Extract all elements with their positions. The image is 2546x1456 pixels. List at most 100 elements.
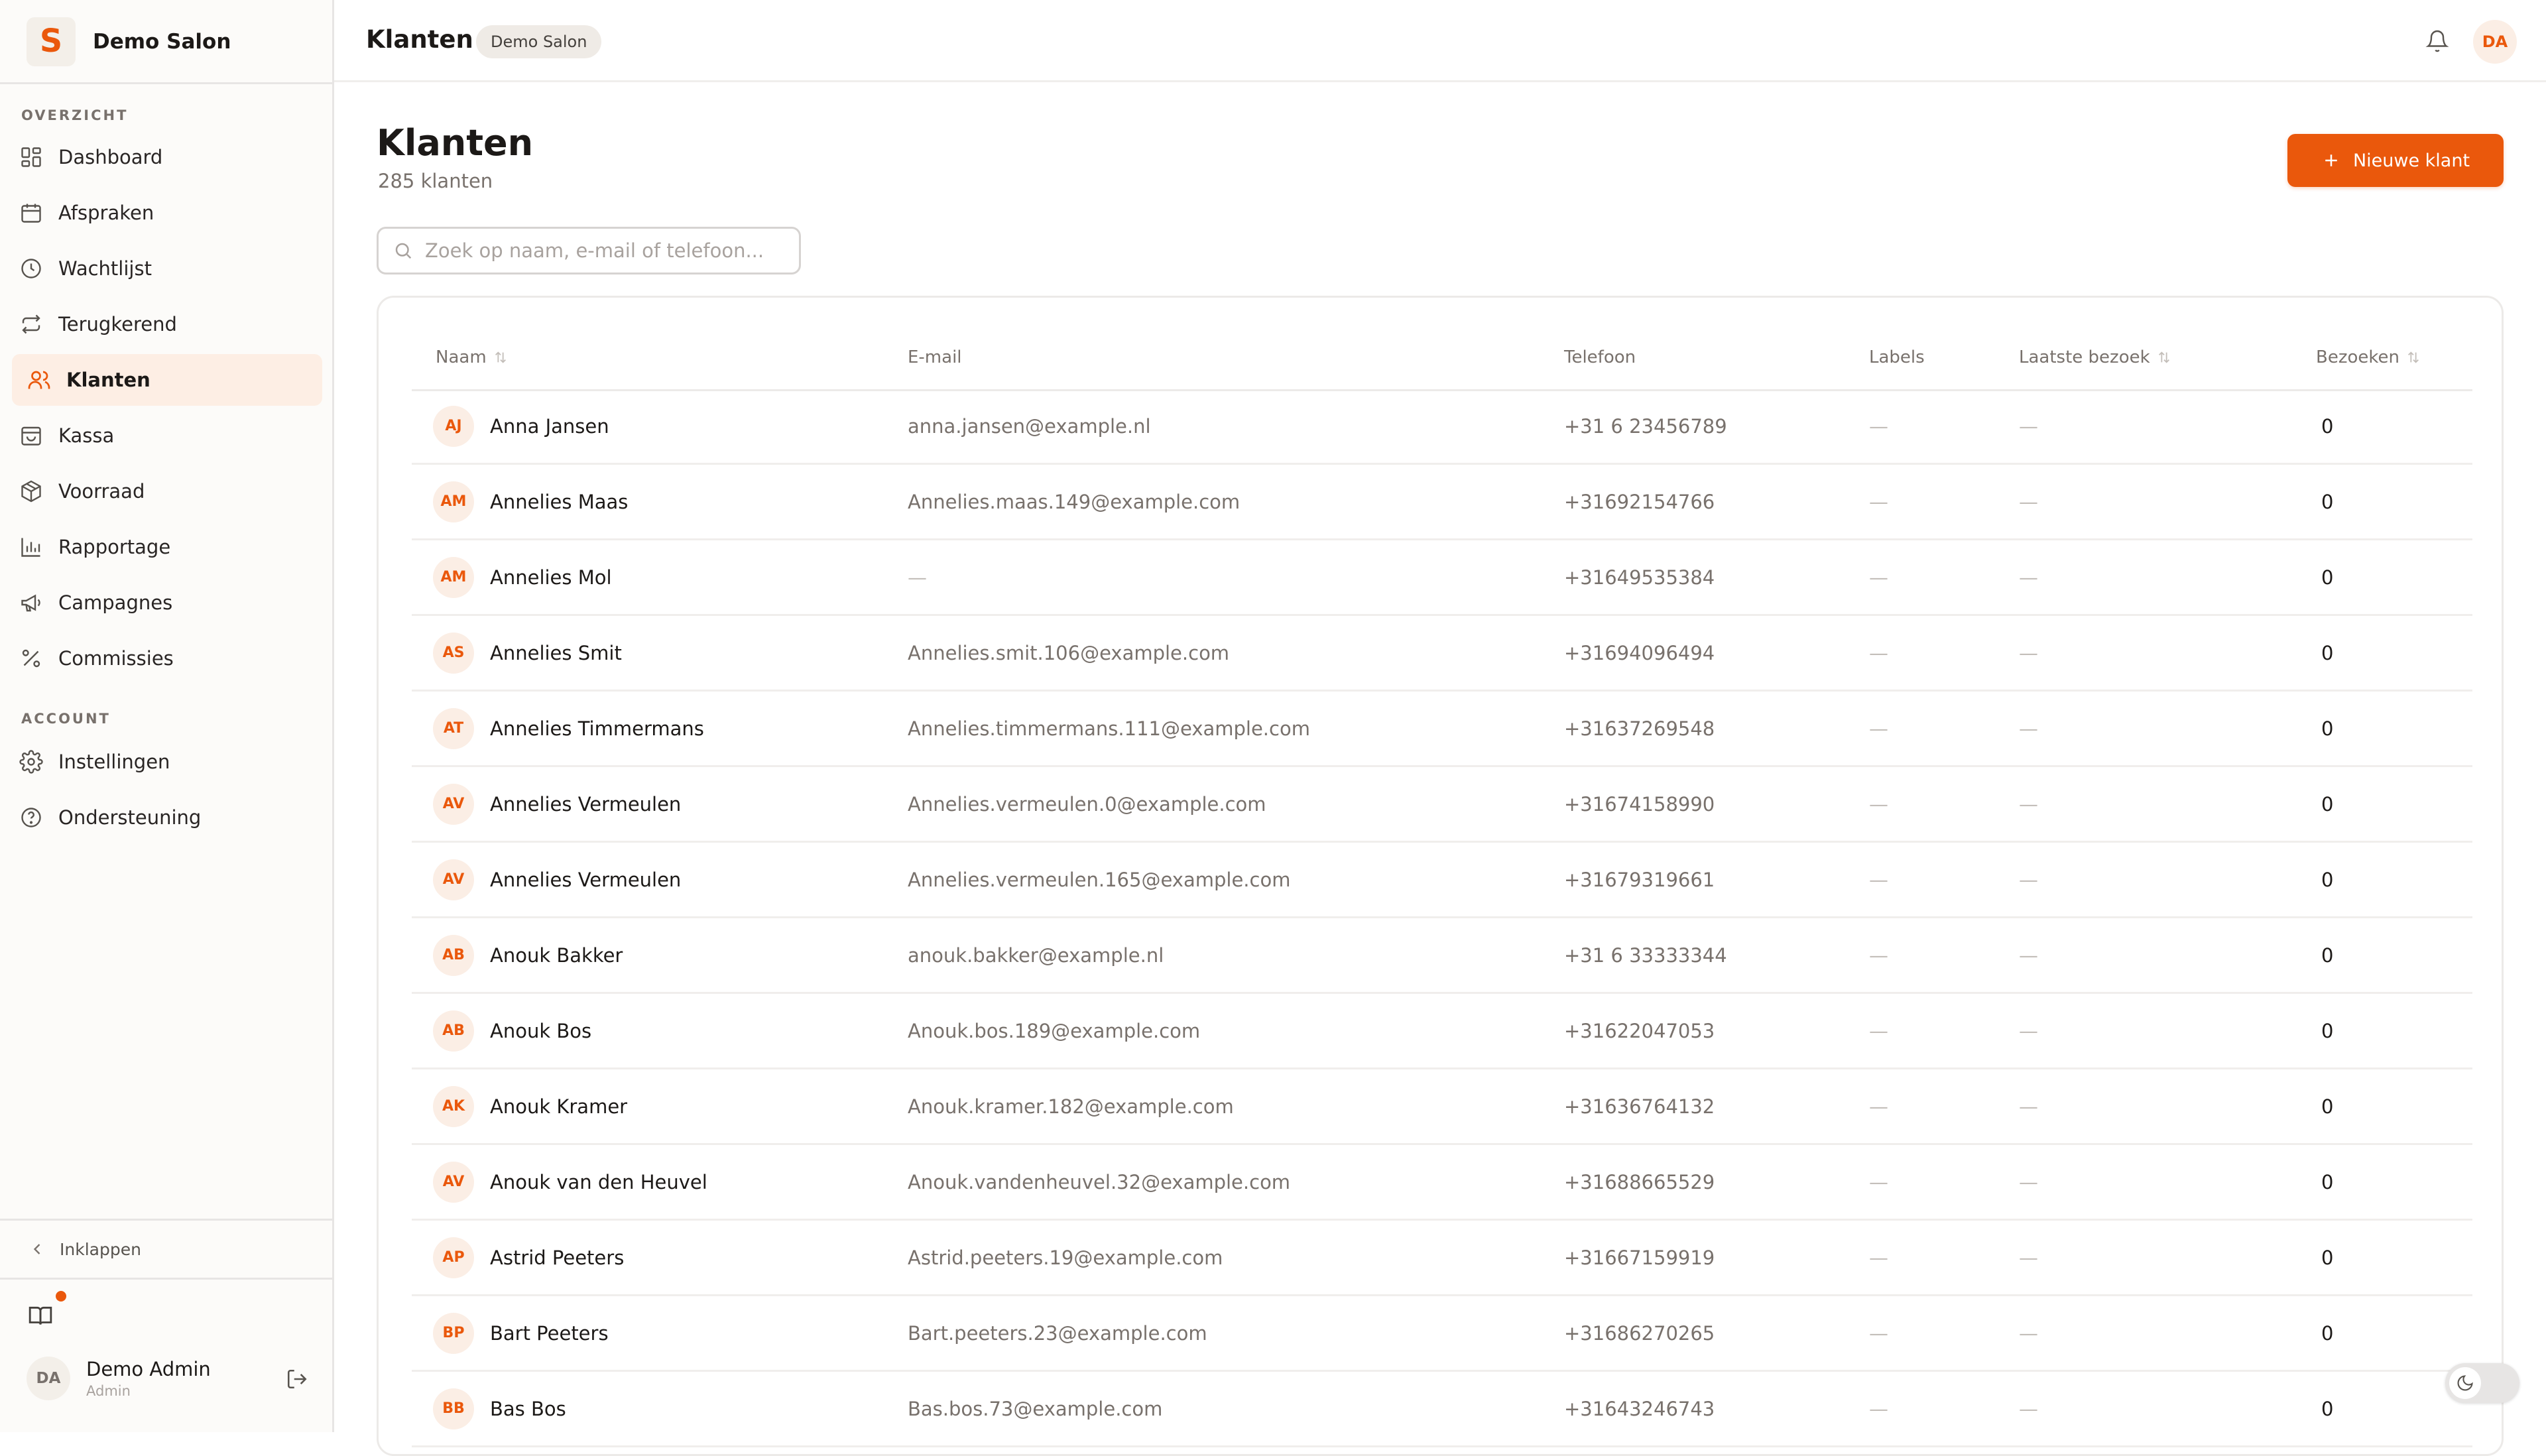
table-row[interactable]: AS Annelies Smit Annelies.smit.106@example… (412, 616, 2472, 692)
sort-icon (493, 350, 508, 365)
table-row[interactable]: AJ Anna Jansen anna.jansen@example.nl +31 6… (412, 389, 2472, 465)
last-visit-cell: — (2019, 566, 2038, 589)
avatar: AB (433, 934, 474, 976)
table-row[interactable]: AP Astrid Peeters Astrid.peeters.19@exampl… (412, 1221, 2472, 1296)
sidebar-item-dashboard[interactable]: Dashboard (12, 131, 322, 183)
sidebar-item-klanten[interactable]: Klanten (12, 354, 322, 406)
customer-name: Annelies Maas (490, 490, 629, 513)
visits-cell: 0 (2321, 414, 2334, 438)
email-cell: anouk.bakker@example.nl (908, 943, 1164, 967)
phone-cell: +31667159919 (1564, 1246, 1715, 1269)
column-header-visits[interactable]: Bezoeken (2316, 344, 2421, 371)
table-row[interactable]: AT Annelies Timmermans Annelies.timmermans… (412, 692, 2472, 767)
table-row[interactable]: AV Anouk van den Heuvel Anouk.vandenheuvel… (412, 1145, 2472, 1221)
percent-icon (17, 644, 45, 672)
logout-icon[interactable] (282, 1365, 312, 1394)
sidebar-item-afspraken[interactable]: Afspraken (12, 187, 322, 239)
divider (0, 82, 332, 84)
email-cell: Anouk.kramer.182@example.com (908, 1095, 1234, 1118)
column-label: Laatste bezoek (2019, 347, 2150, 367)
sidebar-item-terugkerend[interactable]: Terugkerend (12, 298, 322, 350)
avatar: BB (433, 1388, 474, 1429)
name-cell: AJ Anna Jansen (433, 389, 609, 463)
column-label: Telefoon (1564, 347, 1636, 367)
sort-icon (2157, 350, 2171, 365)
sidebar-item-kassa[interactable]: Kassa (12, 410, 322, 461)
labels-cell: — (1869, 1246, 1888, 1269)
collapse-sidebar-button[interactable]: Inklappen (0, 1219, 332, 1280)
name-cell: AV Anouk van den Heuvel (433, 1145, 707, 1219)
avatar: AS (433, 632, 474, 674)
clock-icon (17, 255, 45, 282)
customer-name: Anna Jansen (490, 414, 609, 438)
visits-cell: 0 (2321, 717, 2334, 740)
sidebar-item-label: Commissies (58, 647, 174, 670)
chevron-left-icon (28, 1240, 46, 1258)
labels-cell: — (1869, 1321, 1888, 1345)
sidebar-item-instellingen[interactable]: Instellingen (12, 736, 322, 788)
name-cell: AK Anouk Kramer (433, 1069, 627, 1143)
phone-cell: +31643246743 (1564, 1397, 1715, 1420)
email-cell: Annelies.timmermans.111@example.com (908, 717, 1310, 740)
table-row[interactable]: BB Bas Bos Bas.bos.73@example.com +31643246… (412, 1372, 2472, 1447)
column-header-email: E-mail (908, 344, 962, 371)
column-header-name[interactable]: Naam (436, 344, 508, 371)
phone-cell: +31688665529 (1564, 1170, 1715, 1193)
name-cell: AM Annelies Mol (433, 540, 612, 614)
sidebar-item-label: Afspraken (58, 202, 154, 224)
table-row[interactable]: AB Anouk Bakker anouk.bakker@example.nl +31… (412, 918, 2472, 994)
sidebar-item-wachtlijst[interactable]: Wachtlijst (12, 243, 322, 294)
visits-cell: 0 (2321, 1246, 2334, 1269)
table-row[interactable]: AV Annelies Vermeulen Annelies.vermeulen.0… (412, 767, 2472, 843)
sidebar-item-commissies[interactable]: Commissies (12, 633, 322, 684)
name-cell: AV Annelies Vermeulen (433, 843, 681, 916)
last-visit-cell: — (2019, 1019, 2038, 1042)
table-row[interactable]: AB Anouk Bos Anouk.bos.189@example.com +316… (412, 994, 2472, 1069)
email-cell: Anouk.vandenheuvel.32@example.com (908, 1170, 1291, 1193)
avatar: AM (433, 481, 474, 522)
labels-cell: — (1869, 490, 1888, 513)
help-circle-icon (17, 804, 45, 831)
column-header-last-visit[interactable]: Laatste bezoek (2019, 344, 2171, 371)
table-row[interactable]: AM Annelies Maas Annelies.maas.149@example… (412, 465, 2472, 540)
avatar: AT (433, 707, 474, 749)
table-row[interactable]: BP Bart Peeters Bart.peeters.23@example.co… (412, 1296, 2472, 1372)
new-customer-button[interactable]: Nieuwe klant (2287, 134, 2504, 187)
topbar: Klanten Demo Salon DA (334, 0, 2546, 82)
guide-button[interactable] (25, 1301, 56, 1331)
sidebar-item-campagnes[interactable]: Campagnes (12, 577, 322, 629)
new-customer-label: Nieuwe klant (2352, 150, 2470, 171)
email-cell: — (908, 566, 927, 589)
email-cell: Anouk.bos.189@example.com (908, 1019, 1201, 1042)
bell-icon[interactable] (2423, 27, 2452, 56)
sidebar-item-label: Dashboard (58, 146, 163, 168)
last-visit-cell: — (2019, 943, 2038, 967)
customer-name: Anouk Kramer (490, 1095, 628, 1118)
sidebar-item-label: Ondersteuning (58, 806, 202, 829)
last-visit-cell: — (2019, 792, 2038, 816)
sidebar-item-label: Campagnes (58, 591, 173, 614)
shopping-bag-icon (17, 422, 45, 450)
name-cell: AB Anouk Bos (433, 994, 591, 1067)
search-input[interactable] (424, 239, 784, 263)
bar-chart-icon (17, 533, 45, 561)
labels-cell: — (1869, 1397, 1888, 1420)
theme-toggle[interactable] (2445, 1363, 2519, 1403)
sidebar-item-rapportage[interactable]: Rapportage (12, 521, 322, 573)
last-visit-cell: — (2019, 1095, 2038, 1118)
avatar[interactable]: DA (27, 1357, 70, 1400)
table-row[interactable]: AK Anouk Kramer Anouk.kramer.182@example.c… (412, 1069, 2472, 1145)
table-row[interactable]: AV Annelies Vermeulen Annelies.vermeulen.1… (412, 843, 2472, 918)
customer-name: Annelies Smit (490, 641, 622, 664)
visits-cell: 0 (2321, 641, 2334, 664)
table-row[interactable]: AM Annelies Mol — +31649535384 — — 0 (412, 540, 2472, 616)
sidebar-item-voorraad[interactable]: Voorraad (12, 465, 322, 517)
avatar[interactable]: DA (2473, 20, 2517, 64)
plus-icon (2321, 151, 2341, 170)
last-visit-cell: — (2019, 868, 2038, 891)
brand[interactable]: S Demo Salon (27, 17, 231, 66)
labels-cell: — (1869, 566, 1888, 589)
sidebar-item-ondersteuning[interactable]: Ondersteuning (12, 792, 322, 843)
phone-cell: +31 6 33333344 (1564, 943, 1727, 967)
avatar: AV (433, 783, 474, 825)
